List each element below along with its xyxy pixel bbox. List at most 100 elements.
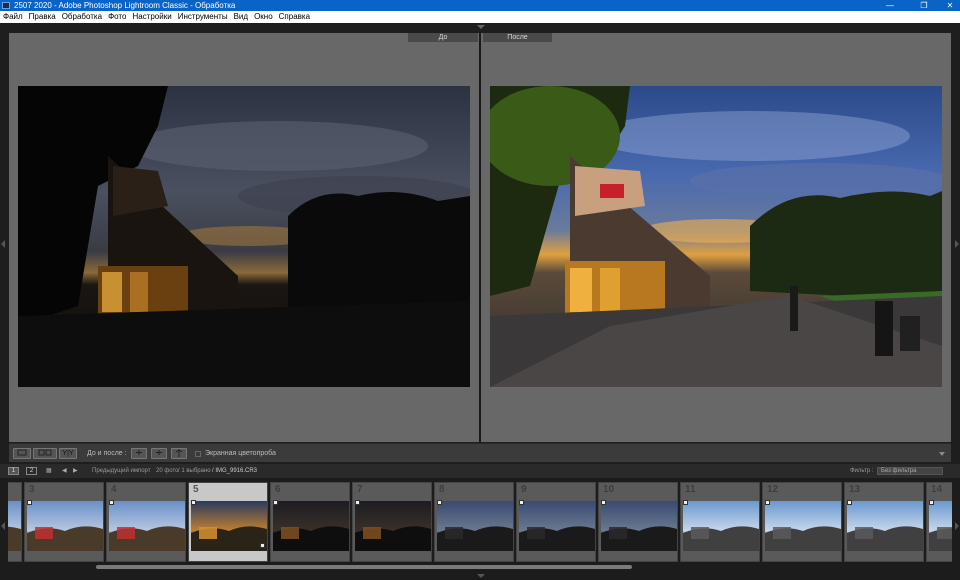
- filmstrip-track: 3 4 5 6 7 8 9 10 11 12 13 14: [8, 482, 952, 562]
- compare-divider: [479, 33, 481, 442]
- thumbnail-index: 13: [849, 484, 861, 495]
- after-photo: [490, 86, 942, 387]
- flag-badge-icon: [519, 500, 524, 505]
- filmstrip-thumbnail[interactable]: 8: [434, 482, 514, 562]
- thumbnail-index: 3: [29, 484, 35, 495]
- softproof-checkbox[interactable]: [195, 451, 201, 457]
- menu-edit[interactable]: Правка: [29, 11, 56, 23]
- top-panel-toggle-strip[interactable]: [0, 23, 960, 33]
- filmstrip-thumbnail[interactable]: 11: [680, 482, 760, 562]
- filmstrip-thumbnail[interactable]: 6: [270, 482, 350, 562]
- softproof-label: Экранная цветопроба: [205, 450, 276, 457]
- menu-tools[interactable]: Инструменты: [178, 11, 228, 23]
- filmstrip-thumbnail[interactable]: 3: [24, 482, 104, 562]
- filter-label: Фильтр :: [850, 468, 874, 474]
- thumbnail-image: [27, 501, 103, 551]
- thumbnail-image: [8, 501, 21, 551]
- minimize-button[interactable]: —: [880, 0, 900, 11]
- flag-badge-icon: [27, 500, 32, 505]
- thumbnail-image: [273, 501, 349, 551]
- filmstrip-thumbnail[interactable]: 10: [598, 482, 678, 562]
- back-arrow-icon[interactable]: ◀: [62, 467, 67, 475]
- thumbnail-index: 6: [275, 484, 281, 495]
- thumbnail-image: [519, 501, 595, 551]
- thumbnail-index: 10: [603, 484, 615, 495]
- filmstrip-thumbnail[interactable]: 13: [844, 482, 924, 562]
- thumbnail-index: 5: [193, 484, 199, 495]
- copy-after-to-before-button[interactable]: [151, 448, 167, 459]
- menu-develop[interactable]: Обработка: [62, 11, 102, 23]
- filmstrip-header: 1 2 ▦ ◀ ▶ Предыдущий импорт 20 фото / 1 …: [0, 464, 960, 478]
- filmstrip-thumbnail[interactable]: 4: [106, 482, 186, 562]
- toolbar-menu-chevron-icon[interactable]: [939, 452, 945, 456]
- forward-arrow-icon[interactable]: ▶: [73, 467, 78, 475]
- secondary-window-1-button[interactable]: 1: [8, 467, 19, 475]
- flag-badge-icon: [765, 500, 770, 505]
- window-titlebar: 2507 2020 - Adobe Photoshop Lightroom Cl…: [0, 0, 960, 11]
- thumbnail-index: 12: [767, 484, 779, 495]
- thumbnail-image: [847, 501, 923, 551]
- filmstrip-left-arrow-icon[interactable]: [1, 522, 5, 530]
- flag-badge-icon: [847, 500, 852, 505]
- menu-photo[interactable]: Фото: [108, 11, 126, 23]
- edited-badge-icon: [260, 543, 265, 548]
- photo-count: 20 фото: [156, 468, 179, 474]
- menu-file[interactable]: Файл: [3, 11, 23, 23]
- filmstrip-right-arrow-icon[interactable]: [955, 522, 959, 530]
- menu-settings[interactable]: Настройки: [132, 11, 171, 23]
- thumbnail-index: 9: [521, 484, 527, 495]
- grid-view-icon[interactable]: ▦: [46, 467, 52, 475]
- flag-badge-icon: [109, 500, 114, 505]
- filmstrip-thumbnail[interactable]: 14: [926, 482, 952, 562]
- flag-badge-icon: [601, 500, 606, 505]
- filmstrip-thumbnail[interactable]: [8, 482, 22, 562]
- before-photo: [18, 86, 470, 387]
- current-filename[interactable]: / IMG_9916.CR3: [212, 467, 257, 475]
- flag-badge-icon: [273, 500, 278, 505]
- lightroom-app-icon: [2, 2, 10, 9]
- copy-before-to-after-button[interactable]: [131, 448, 147, 459]
- flag-badge-icon: [191, 500, 196, 505]
- flag-badge-icon: [355, 500, 360, 505]
- secondary-window-2-button[interactable]: 2: [26, 467, 37, 475]
- flag-badge-icon: [929, 500, 934, 505]
- before-after-yy-button[interactable]: Y|Y: [59, 448, 77, 459]
- filter-dropdown[interactable]: Без фильтра: [877, 467, 943, 475]
- swap-before-after-button[interactable]: [171, 448, 187, 459]
- close-button[interactable]: ✕: [940, 0, 960, 11]
- thumbnail-index: 7: [357, 484, 363, 495]
- thumbnail-image: [765, 501, 841, 551]
- thumbnail-image: [437, 501, 513, 551]
- thumbnail-image: [683, 501, 759, 551]
- loupe-view-button[interactable]: [13, 448, 31, 459]
- flag-badge-icon: [437, 500, 442, 505]
- collapse-top-panel-icon[interactable]: [477, 25, 485, 29]
- flag-badge-icon: [683, 500, 688, 505]
- before-label: До: [408, 33, 478, 42]
- filmstrip-scrollbar[interactable]: [96, 565, 632, 569]
- window-title: 2507 2020 - Adobe Photoshop Lightroom Cl…: [14, 1, 236, 10]
- expand-left-panel-icon[interactable]: [1, 240, 5, 248]
- menu-window[interactable]: Окно: [254, 11, 273, 23]
- filmstrip: 3 4 5 6 7 8 9 10 11 12 13 14: [0, 478, 960, 580]
- expand-right-panel-icon[interactable]: [955, 240, 959, 248]
- filmstrip-thumbnail[interactable]: 9: [516, 482, 596, 562]
- thumbnail-image: [355, 501, 431, 551]
- filmstrip-thumbnail[interactable]: 5: [188, 482, 268, 562]
- filmstrip-thumbnail[interactable]: 7: [352, 482, 432, 562]
- xy-view-button[interactable]: [33, 448, 57, 459]
- collapse-filmstrip-icon[interactable]: [477, 574, 485, 578]
- thumbnail-image: [191, 501, 267, 551]
- menu-help[interactable]: Справка: [279, 11, 310, 23]
- before-after-label: До и после :: [87, 450, 127, 457]
- thumbnail-index: 11: [685, 484, 696, 495]
- maximize-button[interactable]: ❐: [914, 0, 934, 11]
- thumbnail-index: 8: [439, 484, 445, 495]
- menu-bar: Файл Правка Обработка Фото Настройки Инс…: [0, 11, 960, 23]
- source-previous-import[interactable]: Предыдущий импорт: [92, 467, 151, 475]
- thumbnail-image: [109, 501, 185, 551]
- menu-view[interactable]: Вид: [234, 11, 248, 23]
- develop-toolbar: Y|Y До и после : Экранная цветопроба: [9, 443, 951, 462]
- thumbnail-index: 14: [931, 484, 943, 495]
- filmstrip-thumbnail[interactable]: 12: [762, 482, 842, 562]
